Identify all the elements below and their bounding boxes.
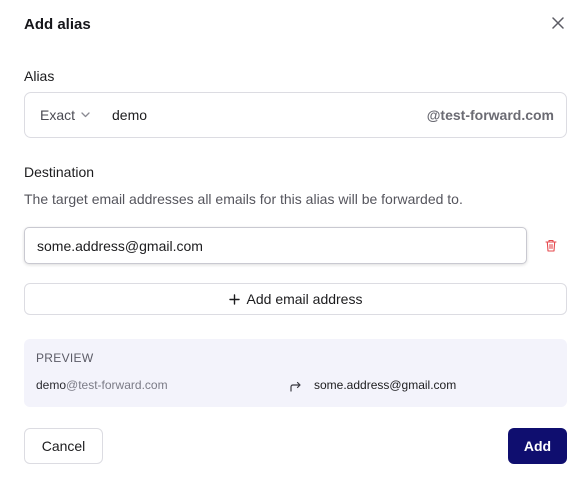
alias-label: Alias <box>24 68 55 84</box>
alias-field: Exact @test-forward.com <box>24 92 567 138</box>
preview-from-domain: @test-forward.com <box>66 378 168 392</box>
preview-to-address: some.address@gmail.com <box>314 378 457 392</box>
preview-from-address: demo@test-forward.com <box>36 378 168 392</box>
dialog-title: Add alias <box>24 16 91 33</box>
alias-domain-suffix: @test-forward.com <box>426 107 554 123</box>
trash-icon <box>545 239 557 252</box>
destination-help-text: The target email addresses all emails fo… <box>24 191 463 207</box>
alias-input[interactable] <box>112 93 392 137</box>
close-icon <box>552 17 564 29</box>
forward-arrow-icon <box>290 381 301 392</box>
add-email-address-label: Add email address <box>246 291 363 307</box>
cancel-button[interactable]: Cancel <box>24 428 103 464</box>
destination-label: Destination <box>24 164 95 180</box>
alias-mode-select[interactable]: Exact <box>40 93 90 137</box>
close-button[interactable] <box>549 14 567 32</box>
plus-icon <box>228 293 240 305</box>
alias-mode-value: Exact <box>40 107 76 123</box>
preview-heading: PREVIEW <box>36 351 94 365</box>
destination-email-input[interactable] <box>24 227 527 264</box>
delete-address-button[interactable] <box>543 237 559 253</box>
add-email-address-button[interactable]: Add email address <box>24 283 567 315</box>
preview-panel: PREVIEW demo@test-forward.com some.addre… <box>24 339 567 407</box>
preview-from-local: demo <box>36 378 67 392</box>
add-alias-dialog: Add alias Alias Exact @test-forward.com … <box>0 0 582 484</box>
add-button[interactable]: Add <box>508 428 567 464</box>
chevron-down-icon <box>81 112 90 118</box>
